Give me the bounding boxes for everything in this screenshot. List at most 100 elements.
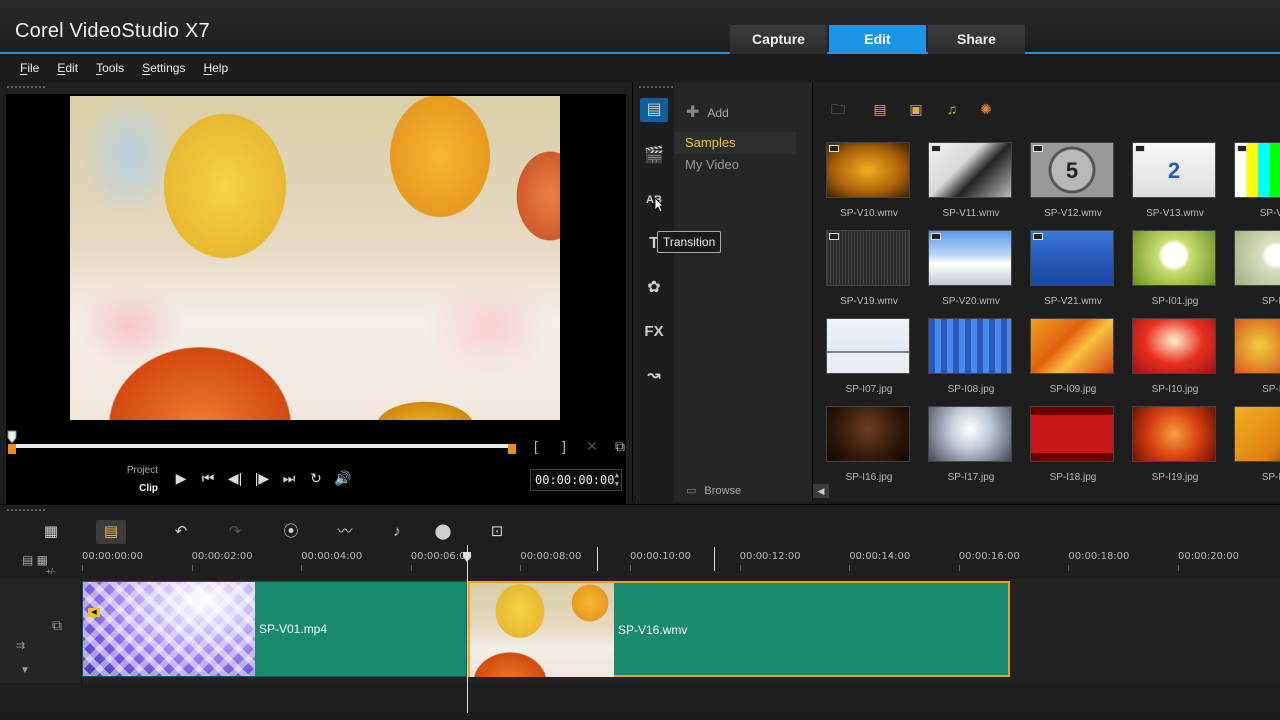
folder-icon[interactable]: 🗀 <box>827 98 849 120</box>
thumbnail-image <box>826 142 910 198</box>
tab-edit[interactable]: Edit <box>829 25 926 54</box>
thumbnail-label: SP-V14 <box>1259 208 1280 219</box>
menu-edit[interactable]: Edit <box>57 56 78 80</box>
instant-project-icon[interactable]: 🎬 <box>640 144 668 168</box>
subtitle-editor-icon[interactable]: ⊡ <box>482 520 512 544</box>
timeline-clip-selected[interactable]: SP-V16.wmv <box>468 581 1010 677</box>
add-folder-button[interactable]: ✚ Add <box>686 102 729 122</box>
thumbnail-image <box>1030 318 1114 374</box>
track-expand-icon[interactable]: ▼ <box>20 665 30 676</box>
panel-grip[interactable] <box>638 85 674 89</box>
library-thumbnail[interactable]: SP-I17.jpg <box>925 406 1017 483</box>
timeline-view-icon[interactable]: ▤ <box>96 520 126 544</box>
thumbnail-label: SP-I09.jpg <box>1049 384 1097 395</box>
timeline-ruler[interactable]: 00:00:00:00 00:00:02:00 00:00:04:00 00:00:0… <box>82 547 1280 577</box>
trim-end-marker[interactable] <box>508 444 516 454</box>
transport-controls: ▶ ⏮ ◀| |▶ ⏭ ↻ 🔊 <box>172 468 352 488</box>
collapse-library-icon[interactable]: ◀ <box>813 484 829 498</box>
library-thumbnail[interactable]: SP-I10.jpg <box>1129 318 1221 395</box>
mode-clip[interactable]: Clip <box>120 480 158 498</box>
library-thumbnail[interactable]: SP-I16.jpg <box>823 406 915 483</box>
path-icon[interactable]: ↝ <box>640 364 668 388</box>
tab-capture[interactable]: Capture <box>730 25 827 54</box>
timecode-spinner-icon[interactable]: ▲ ▼ <box>615 471 619 489</box>
trim-start-marker[interactable] <box>8 444 16 454</box>
folder-my-video[interactable]: My Video <box>674 154 796 176</box>
thumbnail-label: SP-V21.wmv <box>1044 296 1102 307</box>
library-thumbnail[interactable]: SP-I02 <box>1231 230 1280 307</box>
library-thumbnail[interactable]: SP-V19.wmv <box>823 230 915 307</box>
library-thumbnail[interactable]: SP-I07.jpg <box>823 318 915 395</box>
clip-name: SP-V16.wmv <box>618 623 688 637</box>
repeat-icon[interactable]: ↻ <box>307 468 325 488</box>
show-photos-icon[interactable]: ▣ <box>905 98 927 120</box>
filter-icon[interactable]: FX <box>640 320 668 344</box>
library-thumbnail[interactable]: SP-V14 <box>1231 142 1280 219</box>
ruler-tick <box>191 565 193 571</box>
ruler-tick <box>958 565 960 571</box>
enlarge-icon[interactable]: ⧉ <box>612 438 628 454</box>
record-capture-icon[interactable]: ⦿ <box>276 520 306 544</box>
library-thumbnail[interactable]: 2 SP-V13.wmv <box>1129 142 1221 219</box>
split-icon[interactable]: ✕ <box>584 438 600 454</box>
library-thumbnail[interactable]: SP-I11 <box>1231 318 1280 395</box>
mode-project[interactable]: Project <box>120 462 158 480</box>
library-thumbnail[interactable]: SP-V20.wmv <box>925 230 1017 307</box>
tab-share[interactable]: Share <box>928 25 1025 54</box>
storyboard-view-icon[interactable]: ▦ <box>36 520 66 544</box>
library-thumbnail[interactable]: SP-I19.jpg <box>1129 406 1221 483</box>
app-window: Corel VideoStudio X7 Capture Edit Share … <box>0 0 1280 720</box>
library-thumbnail[interactable]: SP-V10.wmv <box>823 142 915 219</box>
track-manager-icon[interactable]: ▤ ▦ <box>22 553 48 567</box>
timeline-clip[interactable]: ◀ SP-V01.mp4 <box>82 581 467 677</box>
show-audio-icon[interactable]: ♫ <box>941 98 963 120</box>
ripple-editing-icon[interactable]: ⇉ <box>16 639 25 652</box>
video-track[interactable]: ◀ SP-V01.mp4 SP-V16.wmv <box>82 579 1280 683</box>
library-thumbnail[interactable]: SP-I20 <box>1231 406 1280 483</box>
timeline-playhead[interactable] <box>467 545 468 713</box>
menu-file[interactable]: File <box>20 56 39 80</box>
library-thumbnail[interactable]: SP-V11.wmv <box>925 142 1017 219</box>
previous-frame-icon[interactable]: ◀| <box>226 468 244 488</box>
thumbnail-label: SP-I11 <box>1262 384 1280 395</box>
library-thumbnail[interactable]: 5 SP-V12.wmv <box>1027 142 1119 219</box>
ruler-tick <box>849 565 851 571</box>
redo-icon[interactable]: ↷ <box>220 520 250 544</box>
folder-samples[interactable]: Samples <box>674 132 796 154</box>
library-thumbnail[interactable]: SP-I09.jpg <box>1027 318 1119 395</box>
sort-icon[interactable]: ✺ <box>975 98 997 120</box>
graphic-icon[interactable]: ✿ <box>640 276 668 300</box>
motion-tracking-icon[interactable]: ⬤ <box>428 520 458 544</box>
next-frame-icon[interactable]: |▶ <box>253 468 271 488</box>
show-videos-icon[interactable]: ▤ <box>869 98 891 120</box>
volume-icon[interactable]: 🔊 <box>334 468 352 488</box>
scrubber-handle[interactable] <box>7 430 17 444</box>
thumbnail-label: SP-I08.jpg <box>947 384 995 395</box>
panel-grip[interactable] <box>6 85 46 89</box>
auto-music-icon[interactable]: ♪ <box>382 520 412 544</box>
timecode-field[interactable]: 00:00:00:00 ▲ ▼ <box>530 469 622 491</box>
library-thumbnail[interactable]: SP-I01.jpg <box>1129 230 1221 307</box>
undo-icon[interactable]: ↶ <box>166 520 196 544</box>
mark-out-icon[interactable]: ] <box>556 438 572 454</box>
library-thumbnail[interactable]: SP-I18.jpg <box>1027 406 1119 483</box>
ruler-tick-label: 00:00:08:00 <box>520 551 582 562</box>
playhead-handle-icon[interactable] <box>462 551 472 563</box>
library-thumbnail[interactable]: SP-I08.jpg <box>925 318 1017 395</box>
video-track-icon[interactable]: ⧉ <box>52 617 62 634</box>
menu-tools[interactable]: Tools <box>96 56 124 80</box>
media-icon[interactable]: ▤ <box>640 98 668 122</box>
add-remove-chapter[interactable]: +/- <box>46 567 56 576</box>
play-icon[interactable]: ▶ <box>172 468 190 488</box>
end-icon[interactable]: ⏭ <box>280 468 298 488</box>
preview-video-frame <box>70 96 560 420</box>
menu-help[interactable]: Help <box>203 56 228 80</box>
mark-in-icon[interactable]: [ <box>528 438 544 454</box>
menu-settings[interactable]: Settings <box>142 56 185 80</box>
sound-mixer-icon[interactable]: 〰 <box>330 520 360 544</box>
scrubber-track[interactable] <box>12 444 514 448</box>
home-icon[interactable]: ⏮ <box>199 468 217 488</box>
library-thumbnail[interactable]: SP-V21.wmv <box>1027 230 1119 307</box>
browse-button[interactable]: ▭ Browse <box>686 484 741 497</box>
panel-grip[interactable] <box>6 508 46 512</box>
